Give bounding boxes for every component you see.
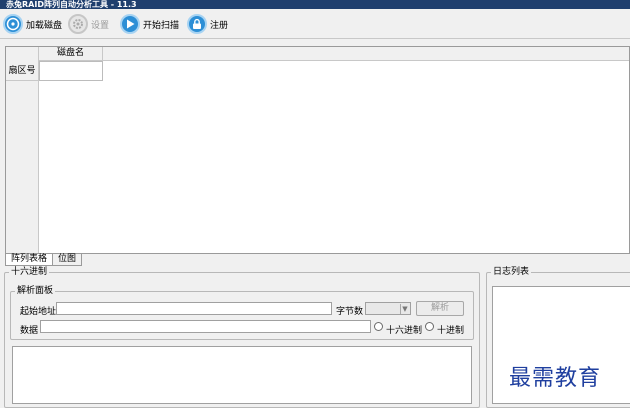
start-scan-label: 开始扫描 [143, 20, 180, 31]
window-title: 赤兔RAID阵列自动分析工具 - 11.3 [0, 0, 630, 9]
log-groupbox-title: 日志列表 [491, 267, 532, 277]
hex-groupbox-title: 十六进制 [9, 267, 50, 277]
parse-panel-title: 解析面板 [15, 286, 56, 296]
gear-icon [68, 14, 88, 34]
radio-hex[interactable] [374, 322, 383, 331]
data-label: 数据 [20, 326, 39, 336]
settings-label: 设置 [91, 20, 110, 31]
view-tabs: 阵列表格 位图 [5, 253, 630, 266]
register-label: 注册 [210, 20, 229, 31]
toolbar: 加载磁盘 设置 开始扫描 注册 [0, 9, 630, 39]
byte-count-select[interactable]: ▼ [365, 302, 411, 315]
start-address-input[interactable] [56, 302, 332, 315]
grid-column-header[interactable]: 磁盘名 [39, 47, 103, 61]
grid-header-filler [103, 47, 629, 61]
data-input[interactable] [40, 320, 371, 333]
grid-row-header[interactable]: 扇区号 [6, 61, 39, 81]
tab-bitmap[interactable]: 位图 [52, 254, 83, 266]
register-button[interactable]: 注册 [187, 12, 228, 36]
load-disk-label: 加载磁盘 [26, 20, 63, 31]
start-address-label: 起始地址 [20, 307, 57, 317]
chevron-down-icon: ▼ [400, 304, 409, 314]
parse-button[interactable]: 解析 [416, 301, 464, 316]
array-grid[interactable]: 磁盘名 扇区号 [5, 46, 630, 253]
watermark-logo: 最需教育 [509, 366, 602, 391]
lock-icon [187, 14, 207, 34]
settings-button[interactable]: 设置 [68, 12, 109, 36]
play-icon [120, 14, 140, 34]
hex-content-area[interactable] [12, 346, 472, 404]
radio-dec-label[interactable]: 十进制 [437, 323, 464, 336]
load-disk-button[interactable]: 加载磁盘 [3, 12, 62, 36]
grid-cell[interactable] [39, 61, 103, 81]
disk-plus-icon [3, 14, 23, 34]
start-scan-button[interactable]: 开始扫描 [120, 12, 179, 36]
radio-hex-label[interactable]: 十六进制 [386, 323, 422, 336]
byte-count-label: 字节数 [336, 307, 364, 317]
radio-dec[interactable] [425, 322, 434, 331]
tab-array-table[interactable]: 阵列表格 [5, 254, 54, 266]
